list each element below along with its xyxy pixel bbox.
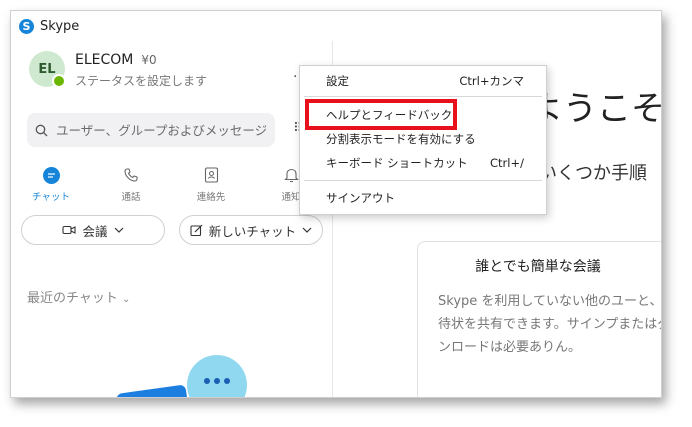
context-menu: 設定 Ctrl+カンマ ヘルプとフィードバック 分割表示モードを有効にする キー… [299, 65, 547, 215]
search-icon [35, 124, 48, 136]
menu-item-keyboard-shortcuts[interactable]: キーボード ショートカット Ctrl+/ [300, 152, 546, 174]
menu-item-settings[interactable]: 設定 Ctrl+カンマ [300, 70, 546, 92]
profile-text: ELECOM ¥0 ステータスを設定します [75, 51, 207, 89]
recent-chats-header[interactable]: 最近のチャット ⌄ [27, 287, 130, 306]
chevron-down-icon [114, 227, 123, 233]
meet-label: 会議 [82, 223, 108, 239]
contacts-icon [204, 167, 218, 183]
search-box[interactable] [27, 113, 275, 147]
bell-icon [283, 168, 299, 183]
welcome-subtitle: いくつか手順 [539, 163, 647, 184]
chat-icon [42, 166, 60, 184]
recent-chats-label: 最近のチャット [27, 291, 118, 306]
nav-label-calls: 通話 [121, 192, 141, 203]
phone-icon [124, 168, 138, 182]
menu-item-sign-out[interactable]: サインアウト [300, 187, 546, 209]
card-title: 誰とでも簡単な会議 [475, 259, 601, 275]
nav-icon-wrapper [123, 165, 139, 185]
menu-label-keyboard-shortcuts: キーボード ショートカット [326, 156, 468, 170]
menu-label-split-view: 分割表示モードを有効にする [326, 132, 476, 146]
nav-calls[interactable]: 通話 [91, 165, 171, 203]
menu-divider [304, 96, 542, 97]
welcome-heading: ようこそ! [529, 89, 662, 129]
search-input[interactable] [54, 121, 268, 139]
chevron-down-icon: ⌄ [122, 294, 131, 305]
nav-icon-wrapper [42, 165, 60, 185]
card-description: Skype を利用していない他のユーと、招待状を共有できます。サインプまたはダウ… [438, 294, 662, 355]
nav-contacts[interactable]: 連絡先 [171, 165, 251, 203]
nav-bar: チャット 通話 連絡先 通知 [11, 165, 332, 203]
title-bar: S Skype [11, 11, 661, 41]
new-chat-label: 新しいチャット [208, 223, 297, 239]
chevron-down-icon [302, 227, 312, 233]
profile-name: ELECOM [75, 52, 134, 68]
sidebar: EL ELECOM ¥0 ステータスを設定します ··· ⠿ [11, 41, 333, 397]
avatar-initials: EL [38, 61, 56, 77]
presence-indicator [52, 74, 66, 88]
menu-shortcut-keyboard: Ctrl+/ [490, 156, 524, 170]
meeting-card[interactable]: 誰とでも簡単な会議 Skype を利用していない他のユーと、招待状を共有できます… [417, 241, 662, 397]
nav-label-chat: チャット [32, 192, 70, 203]
profile-area[interactable]: EL ELECOM ¥0 ステータスを設定します [29, 51, 207, 89]
highlight-annotation [305, 99, 457, 130]
nav-label-contacts: 連絡先 [196, 192, 226, 203]
compose-icon [190, 224, 203, 236]
menu-divider [304, 180, 542, 181]
app-title: Skype [40, 18, 80, 34]
video-icon [62, 225, 77, 235]
menu-item-split-view[interactable]: 分割表示モードを有効にする [300, 128, 546, 150]
nav-chat[interactable]: チャット [11, 165, 91, 203]
meet-button[interactable]: 会議 [21, 215, 165, 245]
status-prompt[interactable]: ステータスを設定します [75, 72, 207, 89]
skype-window: S Skype EL ELECOM ¥0 ステータスを設定します ··· [10, 10, 662, 398]
profile-line: ELECOM ¥0 [75, 52, 207, 68]
menu-label-settings: 設定 [326, 74, 349, 88]
nav-label-notifications: 通知 [281, 192, 301, 203]
menu-shortcut-settings: Ctrl+カンマ [459, 74, 524, 88]
credit-balance[interactable]: ¥0 [141, 53, 156, 67]
menu-label-sign-out: サインアウト [326, 191, 395, 205]
chat-illustration [116, 355, 247, 397]
skype-logo-icon: S [19, 18, 34, 34]
nav-icon-wrapper [283, 165, 299, 185]
avatar[interactable]: EL [29, 51, 66, 88]
nav-icon-wrapper [204, 165, 219, 185]
new-chat-button[interactable]: 新しいチャット [179, 215, 323, 245]
